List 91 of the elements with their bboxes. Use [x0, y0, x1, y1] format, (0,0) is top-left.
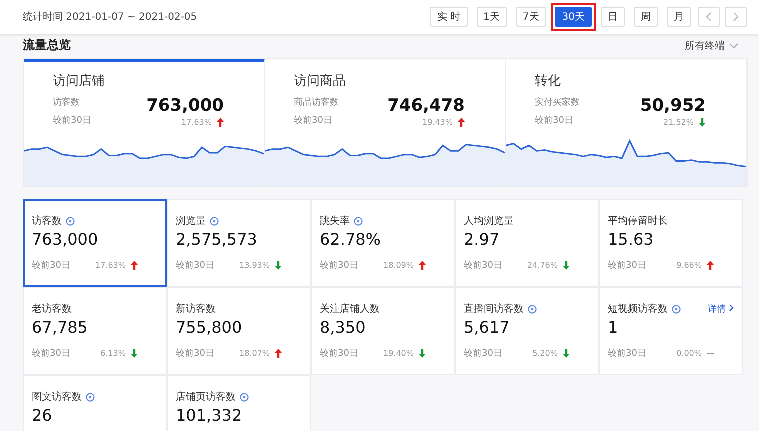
- metric-value: 15.63: [608, 230, 655, 249]
- metric-value: 50,952: [640, 96, 706, 116]
- change-percent: 6.13%: [100, 349, 126, 358]
- next-button[interactable]: [725, 7, 747, 27]
- metric-value: 62.78%: [320, 230, 382, 249]
- compare-label: 较前30日: [53, 114, 92, 127]
- metric-label: 短视频访客数: [608, 302, 668, 316]
- metric-label: 浏览量: [176, 214, 206, 228]
- metric-value: 1: [608, 318, 620, 337]
- compare-label: 较前30日: [464, 348, 502, 360]
- metric-card[interactable]: 平均停留时长 15.63 较前30日 9.66%: [599, 199, 743, 287]
- change-percent: 24.76%: [527, 261, 558, 270]
- metric-label: 访客数: [53, 96, 81, 109]
- range-button[interactable]: 30天: [555, 7, 592, 27]
- chevron-left-icon: [705, 12, 713, 22]
- metric-card[interactable]: 新访客数 755,800 较前30日 18.07%: [167, 287, 311, 375]
- chevron-right-icon: [729, 304, 734, 312]
- change-percent: 13.93%: [239, 261, 270, 270]
- metric-label: 店铺页访客数: [176, 390, 236, 404]
- metric-label: 老访客数: [32, 302, 72, 316]
- metric-card[interactable]: 关注店铺人数 8,350 较前30日 19.40%: [311, 287, 455, 375]
- card-title: 转化: [534, 73, 562, 90]
- metric-label: 跳失率: [320, 214, 350, 228]
- metric-value: 101,332: [176, 406, 244, 425]
- range-button[interactable]: 周: [634, 7, 658, 27]
- card-title: 访问商品: [293, 73, 347, 90]
- metric-value: 26: [32, 406, 54, 425]
- compare-label: 较前30日: [535, 114, 574, 127]
- metric-value: 763,000: [32, 230, 100, 249]
- compare-label: 较前30日: [176, 348, 214, 360]
- metric-value: 746,478: [388, 96, 465, 116]
- metric-label: 实付买家数: [535, 96, 580, 109]
- change-percent: 0.00%: [676, 349, 702, 358]
- card-title: 访问店铺: [52, 73, 106, 90]
- metric-card[interactable]: 老访客数 67,785 较前30日 6.13%: [23, 287, 167, 375]
- change-percent: 21.52%: [663, 118, 694, 127]
- metric-value: 5,617: [464, 318, 511, 337]
- overview-card[interactable]: 访问店铺 访客数 较前30日 763,000 17.63%: [24, 59, 265, 186]
- change-percent: 18.07%: [239, 349, 270, 358]
- chevron-right-icon: [732, 12, 740, 22]
- range-button[interactable]: 1天: [476, 7, 507, 27]
- range-button[interactable]: 实 时: [430, 7, 468, 27]
- compare-label: 较前30日: [320, 260, 358, 272]
- compare-label: 较前30日: [294, 114, 334, 127]
- overview-card[interactable]: 访问商品 商品访客数 较前30日 746,478 19.43%: [265, 59, 506, 186]
- metric-label: 直播间访客数: [464, 302, 524, 316]
- metric-label: 平均停留时长: [608, 214, 668, 228]
- range-button[interactable]: 月: [667, 7, 691, 27]
- metric-label: 访客数: [32, 214, 62, 228]
- compare-label: 较前30日: [464, 260, 502, 272]
- metric-label: 人均浏览量: [464, 214, 514, 228]
- terminal-dropdown[interactable]: 所有终端: [685, 38, 739, 52]
- change-percent: 19.43%: [422, 118, 453, 127]
- metric-label: 商品访客数: [294, 96, 339, 109]
- change-percent: 18.09%: [383, 261, 414, 270]
- compare-label: 较前30日: [32, 348, 70, 360]
- metric-label: 关注店铺人数: [320, 302, 380, 316]
- metric-label: 新访客数: [176, 302, 216, 316]
- metric-card[interactable]: 短视频访客数 详情 1 较前30日 0.00%: [599, 287, 743, 375]
- change-percent: 5.20%: [532, 349, 558, 358]
- metric-value: 763,000: [146, 96, 224, 116]
- period-label: 统计时间 2021-01-07 ~ 2021-02-05: [23, 10, 198, 24]
- range-button[interactable]: 7天: [516, 7, 546, 27]
- compare-label: 较前30日: [32, 260, 70, 272]
- metric-card[interactable]: 人均浏览量 2.97 较前30日 24.76%: [455, 199, 599, 287]
- change-percent: 9.66%: [676, 261, 702, 270]
- metric-card[interactable]: 店铺页访客数 101,332: [167, 375, 311, 431]
- compare-label: 较前30日: [608, 348, 646, 360]
- change-percent: 17.63%: [95, 261, 126, 270]
- compare-label: 较前30日: [320, 348, 358, 360]
- details-link[interactable]: 详情: [708, 302, 734, 316]
- metric-label: 图文访客数: [32, 390, 82, 404]
- previous-button[interactable]: [698, 7, 720, 27]
- metric-value: 2,575,573: [176, 230, 258, 249]
- range-button[interactable]: 日: [601, 7, 625, 27]
- compare-label: 较前30日: [176, 260, 214, 272]
- metric-card[interactable]: 访客数 763,000 较前30日 17.63%: [23, 199, 167, 287]
- metric-value: 755,800: [176, 318, 244, 337]
- metric-card[interactable]: 跳失率 62.78% 较前30日 18.09%: [311, 199, 455, 287]
- metric-card[interactable]: 直播间访客数 5,617 较前30日 5.20%: [455, 287, 599, 375]
- section-title: 流量总览: [23, 37, 71, 54]
- metric-card[interactable]: 图文访客数 26: [23, 375, 167, 431]
- metric-value: 2.97: [464, 230, 501, 249]
- metric-value: 8,350: [320, 318, 367, 337]
- change-percent: 17.63%: [181, 118, 212, 127]
- change-percent: 19.40%: [383, 349, 414, 358]
- compare-label: 较前30日: [608, 260, 646, 272]
- metric-card[interactable]: 浏览量 2,575,573 较前30日 13.93%: [167, 199, 311, 287]
- chevron-down-icon: [729, 42, 739, 48]
- overview-card[interactable]: 转化 实付买家数 较前30日 50,952 21.52%: [506, 59, 747, 186]
- metric-value: 67,785: [32, 318, 89, 337]
